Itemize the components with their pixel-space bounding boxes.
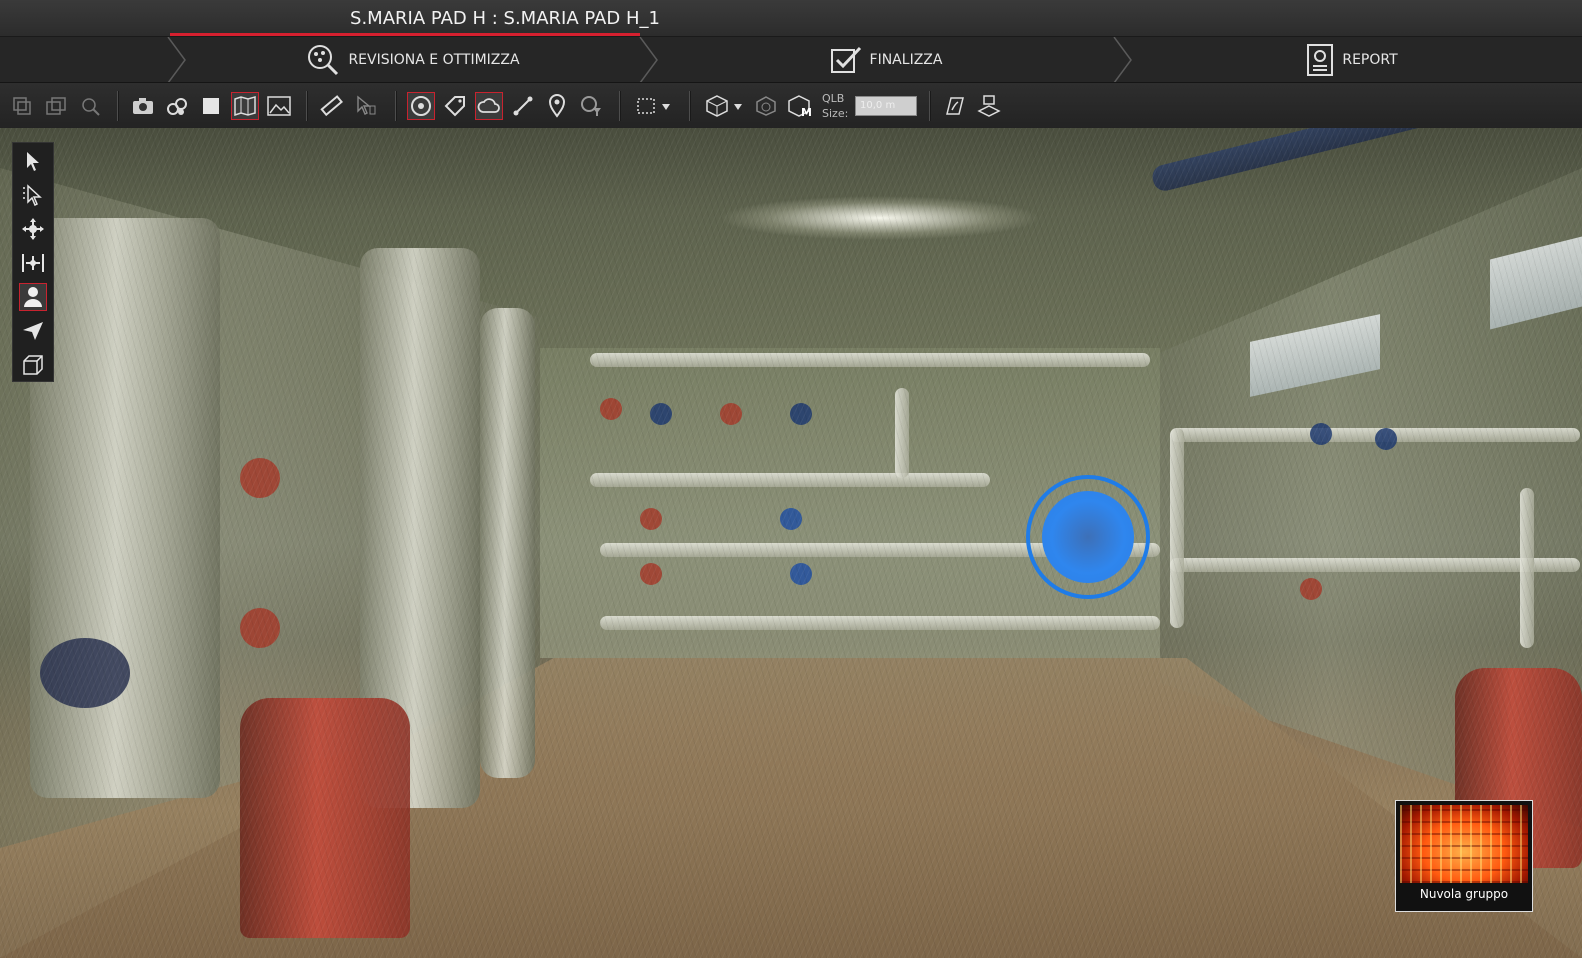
point-cloud-noise	[0, 128, 1582, 958]
cube-model-icon[interactable]: M	[786, 92, 814, 120]
toolbar-separator	[619, 91, 621, 121]
image-icon[interactable]	[265, 92, 293, 120]
target-icon[interactable]	[407, 92, 435, 120]
qlb-size-label: QLB Size:	[822, 91, 848, 121]
tab-review-optimize-label: REVISIONA E OTTIMIZZA	[348, 52, 520, 68]
qlb-size-input[interactable]: 10,0 m	[855, 96, 917, 116]
svg-text:M: M	[801, 106, 812, 118]
cloud-icon[interactable]	[475, 92, 503, 120]
select-arrow-icon[interactable]	[19, 147, 47, 175]
toolbar-separator	[117, 91, 119, 121]
tab-review-optimize[interactable]: REVISIONA E OTTIMIZZA	[186, 37, 640, 83]
selection-box-icon[interactable]	[632, 92, 660, 120]
measure-point-icon[interactable]	[352, 92, 380, 120]
toolbar-separator	[306, 91, 308, 121]
cloud-group-thumbnail[interactable]: Nuvola gruppo	[1395, 800, 1533, 912]
tab-report-label: REPORT	[1342, 52, 1398, 68]
qlb-label-line1: QLB	[822, 92, 845, 105]
cloud-group-preview	[1400, 805, 1528, 883]
review-magnifier-icon	[308, 45, 339, 76]
cube-dropdown-icon[interactable]	[732, 92, 744, 120]
map-view-icon[interactable]	[231, 92, 259, 120]
copy-window-icon[interactable]	[42, 92, 70, 120]
selection-dropdown-icon[interactable]	[659, 92, 673, 120]
cloud-points-icon[interactable]	[163, 92, 191, 120]
link-measure-icon[interactable]	[509, 92, 537, 120]
square-icon[interactable]	[197, 92, 225, 120]
user-filter-icon[interactable]	[577, 92, 605, 120]
zoom-extent-icon[interactable]	[76, 92, 104, 120]
qlb-label-line2: Size:	[822, 107, 849, 120]
cube-view-icon[interactable]	[752, 92, 780, 120]
tab-report[interactable]: REPORT	[1132, 37, 1572, 83]
tab-finalize[interactable]: FINALIZZA	[658, 37, 1114, 83]
cloud-group-label: Nuvola gruppo	[1419, 887, 1509, 901]
pan-icon[interactable]	[19, 249, 47, 277]
tab-finalize-label: FINALIZZA	[869, 52, 943, 68]
toolbar-separator	[929, 91, 931, 121]
title-bar: S.MARIA PAD H : S.MARIA PAD H_1	[0, 0, 1582, 36]
scan-position-marker[interactable]	[1026, 475, 1150, 599]
camera-icon[interactable]	[129, 92, 157, 120]
floor-plan-icon[interactable]	[975, 92, 1003, 120]
walk-person-icon[interactable]	[19, 283, 47, 311]
workflow-steps: REVISIONA E OTTIMIZZA FINALIZZA REPORT	[0, 36, 1582, 83]
box-view-icon[interactable]	[19, 351, 47, 379]
route-icon[interactable]	[941, 92, 969, 120]
cube-wireframe-icon[interactable]	[703, 92, 731, 120]
toolbar-separator	[689, 91, 691, 121]
point-cloud-viewport[interactable]	[0, 128, 1582, 958]
report-icon	[1307, 44, 1334, 76]
window-title: S.MARIA PAD H : S.MARIA PAD H_1	[350, 8, 660, 29]
layers-icon[interactable]	[8, 92, 36, 120]
tag-icon[interactable]	[441, 92, 469, 120]
toolbar-separator	[395, 91, 397, 121]
scan-position-marker-inner	[1042, 491, 1134, 583]
location-pin-icon[interactable]	[543, 92, 571, 120]
orbit-icon[interactable]	[19, 215, 47, 243]
multi-select-arrow-icon[interactable]	[19, 181, 47, 209]
fly-icon[interactable]	[19, 317, 47, 345]
main-toolbar: M QLB Size:	[0, 82, 1582, 130]
ruler-icon[interactable]	[318, 92, 346, 120]
navigation-toolbar	[12, 142, 54, 382]
checkbox-icon	[830, 46, 861, 73]
